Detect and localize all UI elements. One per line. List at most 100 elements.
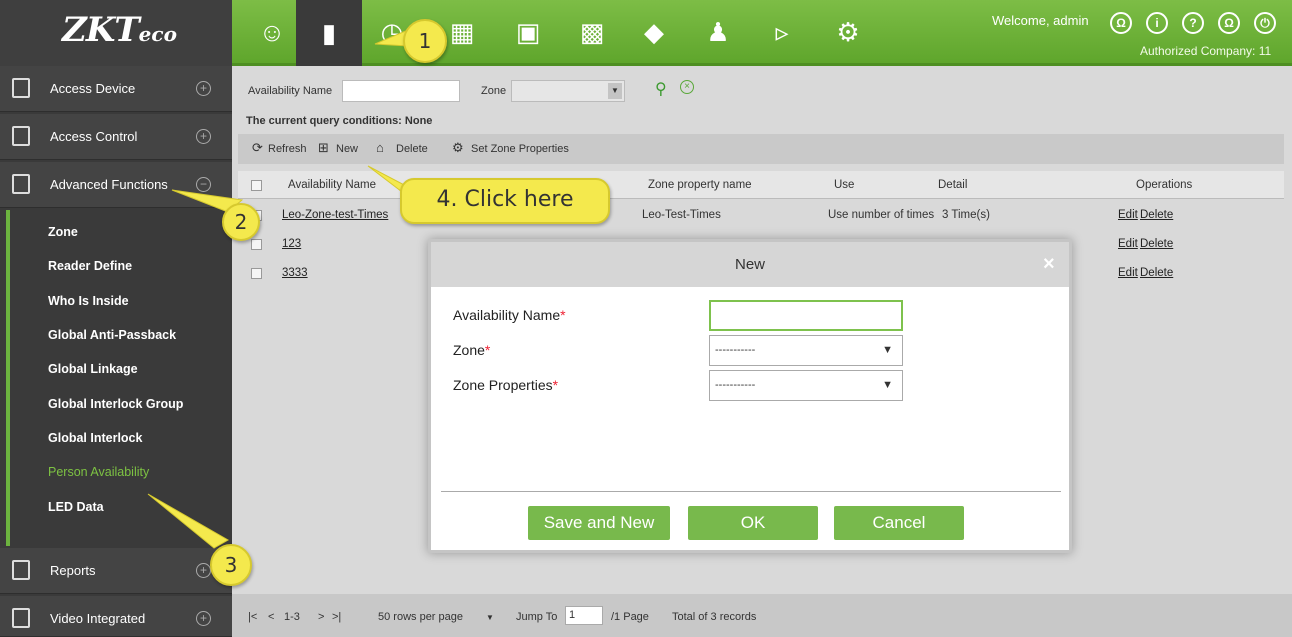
search-icon[interactable]: ⚲ <box>655 79 667 99</box>
delete-button[interactable]: Delete <box>396 143 428 155</box>
sidebar-group-access-device[interactable]: Access Device + <box>0 66 232 112</box>
visitor-card-icon[interactable]: ▩ <box>570 10 614 54</box>
clear-search-icon[interactable]: × <box>680 80 694 94</box>
sidebar-item-global-anti-passback[interactable]: Global Anti-Passback <box>48 328 176 342</box>
select-all-checkbox[interactable] <box>251 180 262 191</box>
sidebar-item-global-interlock-group[interactable]: Global Interlock Group <box>48 397 183 411</box>
row-checkbox[interactable] <box>251 268 262 279</box>
building-icon[interactable]: ▣ <box>506 10 550 54</box>
jump-to-page-input[interactable]: 1 <box>565 606 603 625</box>
expand-plus-icon[interactable]: + <box>196 611 211 626</box>
edit-link[interactable]: Edit <box>1118 238 1138 250</box>
column-header-availability-name[interactable]: Availability Name <box>288 179 376 191</box>
field-label-text: Zone <box>453 342 485 358</box>
zone-dropdown[interactable]: ----------- ▼ <box>709 335 903 366</box>
sidebar-item-global-linkage[interactable]: Global Linkage <box>48 362 138 376</box>
column-header-detail[interactable]: Detail <box>938 179 967 191</box>
parking-car-icon[interactable]: ◆ <box>632 10 676 54</box>
field-label-text: Zone Properties <box>453 377 553 393</box>
column-header-zone-property-name[interactable]: Zone property name <box>648 179 752 191</box>
availability-name-label: Availability Name <box>248 85 333 97</box>
delete-icon[interactable]: ⌂ <box>376 140 384 155</box>
dropdown-arrow-icon: ▼ <box>882 344 893 356</box>
power-logout-icon[interactable]: ⏻ <box>1254 12 1276 34</box>
reports-icon <box>12 560 30 580</box>
sidebar-group-video-integrated[interactable]: Video Integrated + <box>0 596 232 637</box>
expand-plus-icon[interactable]: + <box>196 81 211 96</box>
elevator-icon[interactable]: ▦ <box>440 10 484 54</box>
total-records: Total of 3 records <box>672 611 757 623</box>
sidebar-group-reports[interactable]: Reports + <box>0 548 232 594</box>
table-header: Availability Name Zone property name Use… <box>238 171 1284 199</box>
cancel-button[interactable]: Cancel <box>834 506 964 540</box>
zone-label: Zone <box>481 85 507 97</box>
user-profile-icon[interactable]: Ω <box>1110 12 1132 34</box>
close-icon[interactable]: × <box>1043 253 1055 276</box>
delete-link[interactable]: Delete <box>1140 238 1173 250</box>
availability-name-link[interactable]: 123 <box>282 238 301 250</box>
logo-text: ZKT <box>62 10 140 50</box>
help-icon[interactable]: ? <box>1182 12 1204 34</box>
sidebar-group-access-control[interactable]: Access Control + <box>0 114 232 160</box>
collapse-minus-icon[interactable]: − <box>196 177 211 192</box>
last-page-icon[interactable]: >| <box>332 611 341 623</box>
new-icon[interactable]: ⊞ <box>318 140 329 156</box>
dialog-divider <box>441 491 1061 492</box>
dialog-title: New <box>431 242 1069 287</box>
edit-link[interactable]: Edit <box>1118 209 1138 221</box>
availability-name-input[interactable] <box>709 300 903 331</box>
query-conditions-text: The current query conditions: None <box>246 115 433 127</box>
dropdown-arrow-icon: ▼ <box>608 83 622 99</box>
video-camera-icon[interactable]: ▹ <box>760 10 804 54</box>
sidebar-item-global-interlock[interactable]: Global Interlock <box>48 431 142 445</box>
sidebar-item-person-availability[interactable]: Person Availability <box>48 465 149 479</box>
first-page-icon[interactable]: |< <box>248 611 257 623</box>
use-cell: Use number of times <box>828 209 935 221</box>
settings-gear-icon[interactable]: ⚙ <box>452 140 464 156</box>
availability-name-link[interactable]: Leo-Zone-test-Times <box>282 209 388 221</box>
info-icon[interactable]: i <box>1146 12 1168 34</box>
access-door-icon[interactable]: ▮ <box>296 0 362 66</box>
toolbar: ⟳ Refresh ⊞ New ⌂ Delete ⚙ Set Zone Prop… <box>238 134 1284 164</box>
system-settings-gear-icon[interactable]: ⚙ <box>826 10 870 54</box>
page-range: 1-3 <box>284 611 300 623</box>
detail-cell: 3 Time(s) <box>942 209 990 221</box>
ok-button[interactable]: OK <box>688 506 818 540</box>
access-device-icon <box>12 78 30 98</box>
support-icon[interactable]: Ω <box>1218 12 1240 34</box>
zone-properties-field-label: Zone Properties* <box>453 377 558 393</box>
refresh-icon[interactable]: ⟳ <box>252 140 263 156</box>
jump-to-label: Jump To <box>516 611 558 623</box>
next-page-icon[interactable]: > <box>318 611 324 623</box>
set-zone-properties-button[interactable]: Set Zone Properties <box>471 143 569 155</box>
callout-step-3: 3 <box>210 544 252 586</box>
sidebar-item-led-data[interactable]: LED Data <box>48 500 104 514</box>
save-and-new-button[interactable]: Save and New <box>528 506 670 540</box>
edit-link[interactable]: Edit <box>1118 267 1138 279</box>
column-header-use[interactable]: Use <box>834 179 854 191</box>
zone-properties-dropdown[interactable]: ----------- ▼ <box>709 370 903 401</box>
callout-step-1: 1 <box>403 19 447 63</box>
availability-name-search-input[interactable] <box>342 80 460 102</box>
availability-name-link[interactable]: 3333 <box>282 267 308 279</box>
prev-page-icon[interactable]: < <box>268 611 274 623</box>
sidebar-group-advanced-functions[interactable]: Advanced Functions − <box>0 162 232 208</box>
sidebar-item-who-is-inside[interactable]: Who Is Inside <box>48 294 129 308</box>
zone-property-cell: Leo-Test-Times <box>642 209 721 221</box>
row-checkbox[interactable] <box>251 239 262 250</box>
required-mark: * <box>560 307 566 323</box>
sidebar-item-zone[interactable]: Zone <box>48 225 78 239</box>
expand-plus-icon[interactable]: + <box>196 563 211 578</box>
rows-dropdown-arrow-icon[interactable]: ▼ <box>486 613 494 622</box>
delete-link[interactable]: Delete <box>1140 267 1173 279</box>
sidebar-item-reader-define[interactable]: Reader Define <box>48 259 132 273</box>
new-button[interactable]: New <box>336 143 358 155</box>
rows-per-page-select[interactable]: 50 rows per page <box>378 611 463 623</box>
refresh-button[interactable]: Refresh <box>268 143 307 155</box>
patrol-guard-icon[interactable]: ♟ <box>696 10 740 54</box>
personnel-icon[interactable]: ☺ <box>250 10 294 54</box>
zone-select[interactable]: ▼ <box>511 80 625 102</box>
delete-link[interactable]: Delete <box>1140 209 1173 221</box>
sidebar-group-label: Advanced Functions <box>50 177 168 192</box>
expand-plus-icon[interactable]: + <box>196 129 211 144</box>
